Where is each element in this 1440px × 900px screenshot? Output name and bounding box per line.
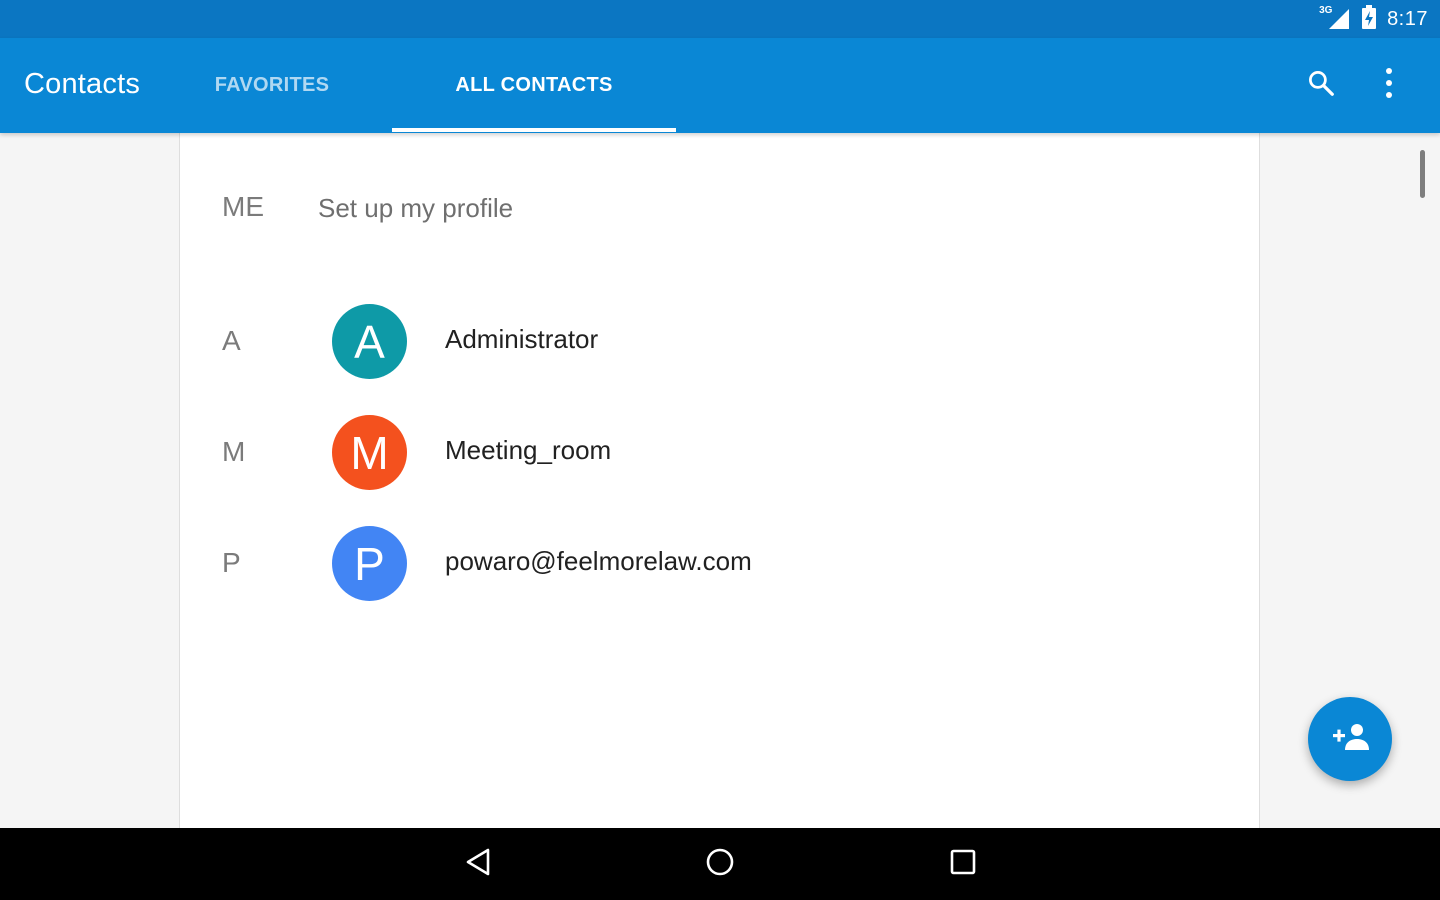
recents-icon xyxy=(949,848,977,881)
clock: 8:17 xyxy=(1387,7,1428,30)
add-person-icon xyxy=(1331,722,1369,757)
back-button[interactable] xyxy=(453,839,503,889)
signal-icon: 3G xyxy=(1319,6,1351,30)
tab-favorites[interactable]: FAVORITES xyxy=(176,38,368,133)
profile-row[interactable]: ME Set up my profile xyxy=(180,173,1259,243)
section-header-m: M xyxy=(222,436,246,467)
contact-name: powaro@feelmorelaw.com xyxy=(445,546,752,576)
section-header-p: P xyxy=(222,547,241,578)
contacts-app: 3G 8:17 Contacts FAVORITES ALL CONTACTS xyxy=(0,0,1440,900)
avatar-initial: P xyxy=(354,537,385,590)
contact-row-powaro[interactable]: P P powaro@feelmorelaw.com xyxy=(180,509,1259,620)
avatar: A xyxy=(332,304,407,379)
back-icon xyxy=(464,847,492,882)
navigation-bar xyxy=(0,828,1440,900)
avatar: P xyxy=(332,526,407,601)
add-contact-button[interactable] xyxy=(1308,697,1392,781)
avatar: M xyxy=(332,415,407,490)
app-bar: Contacts FAVORITES ALL CONTACTS xyxy=(0,38,1440,133)
contact-row-meeting-room[interactable]: M M Meeting_room xyxy=(180,398,1259,509)
contact-name: Administrator xyxy=(445,324,599,354)
network-type-label: 3G xyxy=(1319,5,1333,16)
contact-name: Meeting_room xyxy=(445,435,612,465)
scrollbar-thumb[interactable] xyxy=(1420,150,1425,198)
contact-list: ME Set up my profile A A Administrator M… xyxy=(179,133,1260,828)
setup-profile-text: Set up my profile xyxy=(318,193,514,223)
tab-indicator xyxy=(392,128,676,132)
avatar-initial: M xyxy=(350,426,389,479)
section-header-me: ME xyxy=(222,191,264,222)
home-button[interactable] xyxy=(695,839,745,889)
home-icon xyxy=(705,847,735,882)
battery-charging-icon xyxy=(1361,4,1377,34)
tab-all-contacts-label: ALL CONTACTS xyxy=(455,74,613,96)
more-options-button[interactable] xyxy=(1364,60,1414,110)
status-icons: 3G 8:17 xyxy=(1319,0,1428,38)
contact-row-administrator[interactable]: A A Administrator xyxy=(180,287,1259,398)
search-button[interactable] xyxy=(1296,60,1346,110)
status-bar: 3G 8:17 xyxy=(0,0,1440,38)
search-icon xyxy=(1306,68,1336,103)
tab-favorites-label: FAVORITES xyxy=(214,74,330,96)
tab-all-contacts[interactable]: ALL CONTACTS xyxy=(392,38,676,133)
section-header-a: A xyxy=(222,325,241,356)
more-vert-icon xyxy=(1384,67,1394,104)
app-title: Contacts xyxy=(24,68,141,100)
avatar-initial: A xyxy=(354,315,385,368)
recents-button[interactable] xyxy=(938,839,988,889)
